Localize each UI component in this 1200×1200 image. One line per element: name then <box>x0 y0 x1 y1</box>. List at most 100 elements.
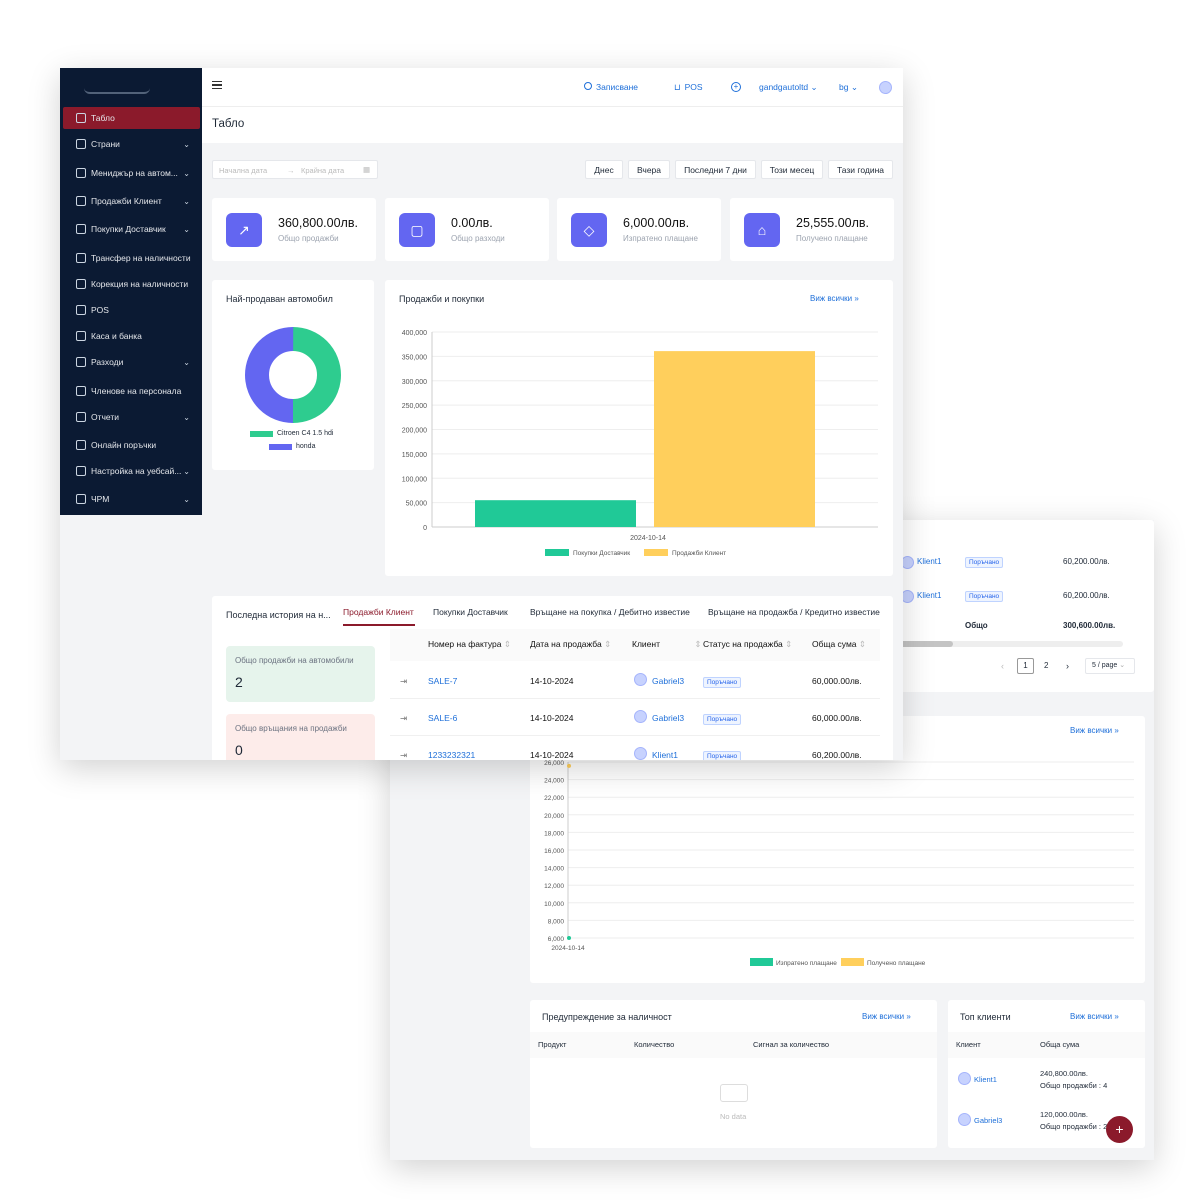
col-total[interactable]: Обща сума ⇕ <box>812 639 866 650</box>
history-card: Последна история на н... Продажби Клиент… <box>212 596 893 760</box>
pagination-page-1[interactable]: 1 <box>1017 658 1034 674</box>
col-status[interactable]: Статус на продажба ⇕ <box>703 639 792 650</box>
table-cell-invoice[interactable]: 1233232321 <box>428 750 475 760</box>
y-tick-label: 0 <box>423 525 427 532</box>
sidebar-item-5[interactable]: Трансфер на наличности <box>60 247 202 269</box>
dashboard-front-window: Табло Страни ⌄ Мениджър на автом... ⌄ Продажб… <box>60 68 903 760</box>
stat-label: Получено плащане <box>796 234 868 243</box>
receipt-icon <box>76 196 86 206</box>
expand-row-icon[interactable]: ⇥ <box>400 750 407 760</box>
table-cell-client[interactable]: Gabriel3 <box>652 713 684 723</box>
tab-sale-returns[interactable]: Връщане на продажба / Кредитно известие <box>708 607 880 617</box>
sidebar-item-3[interactable]: Продажби Клиент ⌄ <box>60 190 202 212</box>
bank-icon: ⌂ <box>744 213 780 247</box>
sidebar-item-label: Каса и банка <box>91 331 142 341</box>
users-icon <box>76 139 86 149</box>
tab-sales-client[interactable]: Продажби Клиент <box>343 607 414 617</box>
col-date[interactable]: Дата на продажба ⇕ <box>530 639 611 650</box>
start-date-input[interactable]: Начална дата <box>219 166 267 175</box>
pagination-prev[interactable]: ‹ <box>1001 661 1004 671</box>
legend-swatch-citroen <box>250 431 273 437</box>
hamburger-icon[interactable] <box>212 81 222 89</box>
tab-purchase-returns[interactable]: Връщане на покупка / Дебитно известие <box>530 607 690 617</box>
sidebar-item-9[interactable]: Разходи ⌄ <box>60 351 202 373</box>
col-invoice[interactable]: Номер на фактура ⇕ <box>428 639 511 650</box>
filter-year-button[interactable]: Тази година <box>828 160 893 179</box>
y-tick-label: 16,000 <box>544 848 564 855</box>
sidebar-item-7[interactable]: POS <box>60 299 202 321</box>
horizontal-scrollbar[interactable] <box>893 641 1123 647</box>
top-client-name[interactable]: Klient1 <box>974 1075 997 1084</box>
add-fab-button[interactable]: + <box>1106 1116 1133 1143</box>
status-badge: Поръчано <box>965 591 1004 602</box>
adjust-icon <box>76 279 86 289</box>
client-avatar <box>634 747 647 760</box>
sidebar-item-8[interactable]: Каса и банка <box>60 325 202 347</box>
sidebar-item-11[interactable]: Отчети ⌄ <box>60 406 202 428</box>
chevron-down-icon: ⌄ <box>183 168 190 178</box>
table-cell-invoice[interactable]: SALE-6 <box>428 713 457 723</box>
sidebar-item-label: ЧРМ <box>91 494 110 504</box>
sidebar-item-label: Табло <box>91 113 115 123</box>
expand-row-icon[interactable]: ⇥ <box>400 676 407 687</box>
y-tick-label: 18,000 <box>544 830 564 837</box>
filter-month-button[interactable]: Този месец <box>761 160 823 179</box>
sidebar-item-14[interactable]: ЧРМ ⌄ <box>60 488 202 510</box>
sidebar-item-1[interactable]: Страни ⌄ <box>60 133 202 155</box>
page-title: Табло <box>212 118 245 130</box>
sidebar-item-4[interactable]: Покупки Доставчик ⌄ <box>60 218 202 240</box>
table-cell-invoice[interactable]: SALE-7 <box>428 676 457 686</box>
cart-icon <box>76 440 86 450</box>
summary-label: Общо връщания на продажби <box>235 724 347 733</box>
language-select[interactable]: bg ⌄ <box>839 82 858 93</box>
filter-yesterday-button[interactable]: Вчера <box>628 160 670 179</box>
user-menu[interactable]: gandgautoltd ⌄ <box>759 82 818 93</box>
chevron-down-icon: ⌄ <box>183 224 190 234</box>
filter-last7-button[interactable]: Последни 7 дни <box>675 160 756 179</box>
table-cell-client[interactable]: Klient1 <box>652 750 678 760</box>
sidebar-item-label: Отчети <box>91 412 120 422</box>
summary-value: 2 <box>235 674 243 690</box>
date-range-picker[interactable]: Начална дата → Крайна дата ▦ <box>212 160 378 179</box>
y-tick-label: 400,000 <box>402 330 427 337</box>
stock-alert-view-all-link[interactable]: Виж всички » <box>862 1012 911 1021</box>
top-client-name[interactable]: Gabriel3 <box>974 1116 1002 1125</box>
top-client-total: 240,800.00лв. <box>1040 1069 1088 1078</box>
best-car-card: Най-продаван автомобил Citroen C4 1.5 hd… <box>212 280 374 470</box>
top-clients-view-all-link[interactable]: Виж всички » <box>1070 1012 1119 1021</box>
sidebar-item-label: Членове на персонала <box>91 386 182 396</box>
pagination-next[interactable]: › <box>1066 661 1069 671</box>
sidebar-item-12[interactable]: Онлайн поръчки <box>60 434 202 456</box>
summary-total-sales: Общо продажби на автомобили 2 <box>226 646 375 702</box>
table-cell-total: 60,200.00лв. <box>812 750 862 760</box>
legend-label: Получено плащане <box>867 960 926 967</box>
record-link[interactable]: Записване <box>584 82 638 92</box>
sidebar-item-10[interactable]: Членове на персонала <box>60 380 202 402</box>
filter-today-button[interactable]: Днес <box>585 160 623 179</box>
expand-row-icon[interactable]: ⇥ <box>400 713 407 724</box>
sidebar-item-13[interactable]: Настройка на уебсай... ⌄ <box>60 460 202 482</box>
col-client[interactable]: Клиент ⇕ <box>632 639 701 650</box>
tab-purchases-supplier[interactable]: Покупки Доставчик <box>433 607 508 617</box>
table-cell-client[interactable]: Gabriel3 <box>652 676 684 686</box>
end-date-input[interactable]: Крайна дата <box>301 166 344 175</box>
user-avatar[interactable] <box>879 81 892 94</box>
pos-link[interactable]: ⊔ POS <box>674 82 703 93</box>
add-circle-icon[interactable]: + <box>731 82 741 92</box>
sidebar-item-0[interactable]: Табло <box>63 107 200 129</box>
x-tick-label: 2024-10-14 <box>630 535 666 542</box>
stat-card-total-expenses: ▢ 0.00лв. Общо разходи <box>385 198 549 261</box>
table-cell-client[interactable]: Klient1 <box>917 591 941 600</box>
sidebar-item-6[interactable]: Корекция на наличности <box>60 273 202 295</box>
y-tick-label: 150,000 <box>402 452 427 459</box>
truck-icon <box>76 253 86 263</box>
table-cell-client[interactable]: Klient1 <box>917 557 941 566</box>
table-cell-total: 60,200.00лв. <box>1063 557 1110 566</box>
chevron-down-icon: ⌄ <box>183 357 190 367</box>
pagination-page-2[interactable]: 2 <box>1044 661 1048 670</box>
stat-value: 360,800.00лв. <box>278 216 358 230</box>
sidebar-item-2[interactable]: Мениджър на автом... ⌄ <box>60 162 202 184</box>
page-size-select[interactable]: 5 / page ⌄ <box>1085 658 1135 674</box>
top-clients-col-total: Обща сума <box>1040 1040 1080 1049</box>
table-total-label: Общо <box>965 621 988 630</box>
